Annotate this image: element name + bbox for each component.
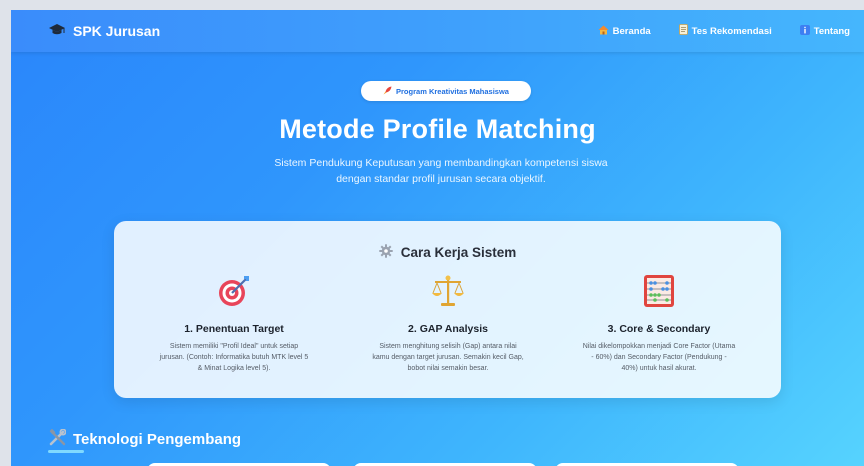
abacus-icon — [642, 273, 676, 314]
document-icon — [678, 24, 688, 38]
step-description: Sistem memiliki "Profil Ideal" untuk set… — [134, 341, 334, 374]
hero-subtitle-line: Sistem Pendukung Keputusan yang membandi… — [274, 157, 608, 169]
nav-link-beranda[interactable]: Beranda — [598, 24, 651, 38]
step-description-line: bobot nilai semakin besar. — [407, 365, 489, 372]
step-description-line: jurusan. (Contoh: Informatika butuh MTK … — [159, 354, 309, 361]
nav-link-tes-rekomendasi[interactable]: Tes Rekomendasi — [678, 24, 772, 38]
step-description: Nilai dikelompokkan menjadi Core Factor … — [559, 341, 759, 374]
how-it-works-title: Cara Kerja Sistem — [114, 244, 781, 261]
nav-link-label: Beranda — [612, 25, 651, 37]
navbar: SPK Jurusan Beranda Tes Rekomendasi Tent… — [11, 10, 864, 52]
step-description-line: - 60%) dan Secondary Factor (Pendukung - — [591, 354, 727, 361]
info-icon — [799, 24, 810, 38]
step-description-line: kamu dengan target jurusan. Semakin keci… — [372, 354, 524, 361]
how-it-works-label: Cara Kerja Sistem — [400, 245, 517, 260]
program-badge-label: Program Kreativitas Mahasiswa — [396, 86, 509, 96]
tech-section-heading: Teknologi Pengembang — [49, 428, 242, 450]
nav-link-label: Tentang — [813, 25, 850, 37]
step-description-line: 40%) untuk hasil akurat. — [621, 365, 697, 372]
step-description: Sistem menghitung selisih (Gap) antara n… — [348, 341, 548, 374]
step-title: 3. Core & Secondary — [607, 323, 711, 335]
scale-icon — [430, 273, 466, 314]
section-underline — [48, 450, 84, 453]
nav-links: Beranda Tes Rekomendasi Tentang — [570, 24, 864, 38]
program-badge: Program Kreativitas Mahasiswa — [361, 81, 531, 101]
hero-title: Metode Profile Matching — [279, 114, 596, 144]
step-penentuan-target: 1. Penentuan Target Sistem memiliki "Pro… — [134, 273, 334, 374]
step-gap-analysis: 2. GAP Analysis Sistem menghitung selisi… — [348, 273, 548, 374]
step-description-line: Sistem memiliki "Profil Ideal" untuk set… — [169, 343, 299, 350]
step-title: 2. GAP Analysis — [408, 323, 488, 335]
brand-label: SPK Jurusan — [73, 23, 161, 39]
nav-link-label: Tes Rekomendasi — [691, 25, 772, 37]
step-description-line: Sistem menghitung selisih (Gap) antara n… — [379, 343, 517, 350]
hero-subtitle: Sistem Pendukung Keputusan yang membandi… — [211, 155, 671, 187]
nav-link-tentang[interactable]: Tentang — [799, 24, 850, 38]
graduation-cap-icon — [49, 23, 65, 39]
step-description-line: & Minat Logika level 5). — [197, 365, 271, 372]
home-icon — [598, 25, 609, 38]
step-description-line: Nilai dikelompokkan menjadi Core Factor … — [582, 343, 736, 350]
step-core-secondary: 3. Core & Secondary Nilai dikelompokkan … — [559, 273, 759, 374]
how-it-works-card: Cara Kerja Sistem 1. Penentuan Target Si… — [114, 221, 781, 398]
tools-icon — [49, 428, 67, 450]
brand-link[interactable]: SPK Jurusan — [49, 23, 160, 39]
tech-section-title: Teknologi Pengembang — [73, 431, 242, 448]
step-title: 1. Penentuan Target — [184, 323, 284, 335]
page: SPK Jurusan Beranda Tes Rekomendasi Tent… — [11, 10, 864, 466]
target-icon — [216, 273, 252, 314]
gear-icon — [379, 244, 393, 261]
hero-subtitle-line: dengan standar profil jurusan secara obj… — [336, 173, 546, 185]
rocket-icon — [383, 86, 392, 97]
